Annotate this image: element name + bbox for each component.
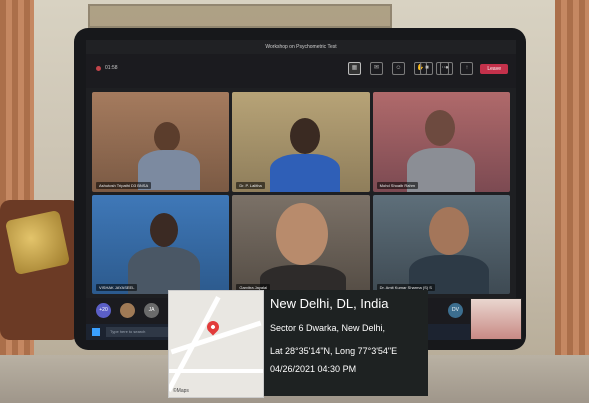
participant-head — [428, 206, 469, 255]
participant-head — [424, 110, 455, 146]
video-grid: Ashutosh Tripathi D3 BNSA Dr. P. Lalitha… — [92, 92, 510, 294]
grid-view-icon[interactable]: ▦ — [348, 62, 361, 75]
share-icon[interactable]: ↑ — [460, 62, 474, 75]
avatar[interactable] — [120, 303, 135, 318]
meeting-toolbar: 01:58 ▦ ✉ ☺ ✋ ⋯ ■ ● ↑ Leave — [86, 54, 516, 88]
participant-name: VISHAK JAYASEEL — [96, 284, 138, 291]
gold-cushion — [4, 209, 71, 276]
avatar[interactable]: DV — [448, 303, 463, 318]
video-tile[interactable]: Mohd Shoaib Rahm — [372, 92, 510, 192]
video-tile[interactable]: Dr. P. Lalitha — [232, 92, 370, 192]
meeting-timer-text: 01:58 — [105, 65, 118, 71]
map-road — [169, 369, 263, 373]
geo-coordinates: Lat 28°35'14"N, Long 77°3'54"E — [270, 346, 398, 356]
chat-icon[interactable]: ✉ — [370, 62, 383, 75]
geo-address: Sector 6 Dwarka, New Delhi, — [270, 323, 386, 333]
participant-head — [290, 118, 321, 154]
recording-dot-icon — [96, 65, 101, 71]
self-view-video — [470, 298, 522, 340]
call-controls: ■ ● ↑ Leave — [420, 62, 508, 75]
video-tile[interactable]: Garvitra Jayalal — [232, 194, 370, 294]
mic-icon[interactable]: ● — [440, 62, 454, 75]
avatar[interactable]: JA — [144, 303, 159, 318]
map-road — [169, 296, 221, 392]
wall-painting — [88, 4, 392, 28]
participant-body — [270, 154, 341, 192]
participant-name: Dr. P. Lalitha — [236, 181, 265, 189]
meeting-timer: 01:58 — [96, 65, 118, 71]
video-tile[interactable]: VISHAK JAYASEEL — [92, 194, 230, 294]
window-title: Workshop on Psychometric Test — [86, 40, 516, 54]
video-tile[interactable]: Dr. Amit Kumar Sharma (S) S — [372, 194, 510, 294]
windows-start-icon[interactable] — [92, 328, 100, 336]
participant-name: Ashutosh Tripathi D3 BNSA — [96, 181, 152, 189]
map-logo: ©Maps — [173, 388, 189, 394]
video-tile[interactable]: Ashutosh Tripathi D3 BNSA — [92, 92, 230, 192]
participants-icon[interactable]: ☺ — [392, 62, 405, 75]
participant-head — [154, 122, 180, 152]
curtain-right — [555, 0, 589, 403]
gps-map-overlay: ©Maps — [168, 290, 264, 398]
camera-icon[interactable]: ■ — [420, 62, 434, 75]
participant-head — [276, 202, 329, 265]
geo-timestamp: 04/26/2021 04:30 PM — [270, 364, 357, 374]
geo-location: New Delhi, DL, India — [270, 296, 389, 311]
participant-name: Mohd Shoaib Rahm — [376, 181, 419, 189]
gps-stamp-overlay: New Delhi, DL, India Sector 6 Dwarka, Ne… — [264, 290, 428, 396]
participant-body — [128, 246, 200, 294]
participant-head — [150, 212, 178, 247]
avatar[interactable]: +20 — [96, 303, 111, 318]
leave-button[interactable]: Leave — [480, 63, 508, 74]
